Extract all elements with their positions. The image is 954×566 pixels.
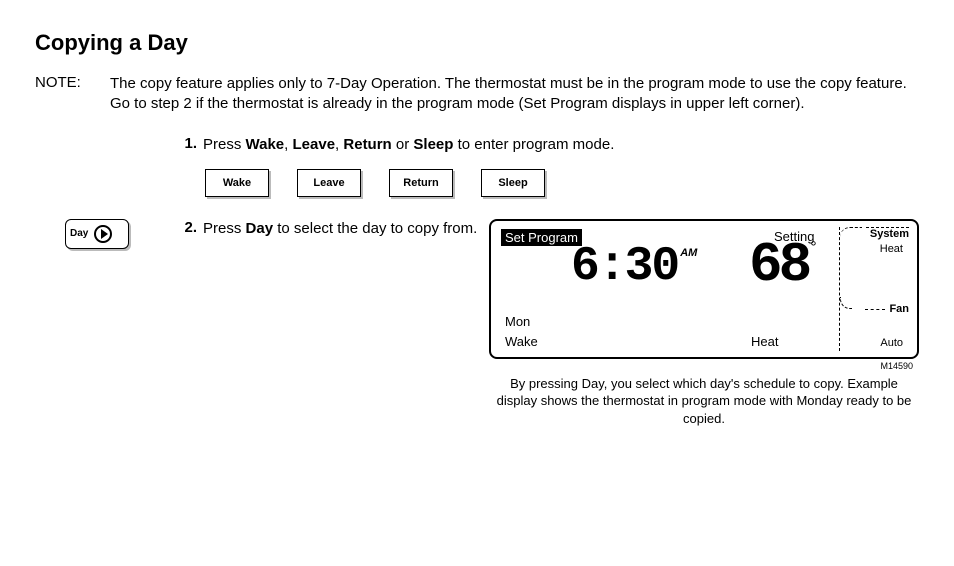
lcd-time: 6:30 AM [571,243,697,291]
figure-caption: By pressing Day, you select which day's … [489,375,919,428]
lcd-fan-label: Fan [889,303,909,315]
lcd-system-label: System [866,227,909,240]
note-block: NOTE: The copy feature applies only to 7… [35,74,919,115]
day-button-label: Day [70,228,88,239]
lcd-temp: 68 ° [749,237,817,293]
step-2-text: Press Day to select the day to copy from… [203,219,489,239]
sleep-button[interactable]: Sleep [481,169,545,197]
lcd-fan-mode: Auto [880,337,903,349]
thermostat-display: Set Program Setting 6:30 AM 68 ° Mon Wak… [489,219,919,359]
lcd-mode-bottom: Heat [751,334,778,349]
lcd-temp-value: 68 [749,237,808,293]
note-label: NOTE: [35,74,110,115]
mode-button-group: Wake Leave Return Sleep [205,169,919,197]
lcd-system-mode: Heat [880,243,903,255]
lcd-right-panel: System Heat Fan Auto [839,227,909,351]
degree-icon: ° [810,239,816,257]
step-number: 1. [175,135,203,152]
day-button[interactable]: Day [65,219,129,249]
play-icon [94,225,112,243]
lcd-ampm: AM [680,247,697,259]
lcd-set-program: Set Program [501,229,582,246]
lcd-day: Mon [505,314,530,329]
figure-id: M14590 [880,361,913,371]
step-1-text: Press Wake, Leave, Return or Sleep to en… [203,135,919,155]
leave-button[interactable]: Leave [297,169,361,197]
lcd-period: Wake [505,334,538,349]
lcd-time-value: 6:30 [571,243,678,291]
step-1: 1. Press Wake, Leave, Return or Sleep to… [35,135,919,155]
page-title: Copying a Day [35,30,919,56]
step-number: 2. [175,219,203,236]
wake-button[interactable]: Wake [205,169,269,197]
step-2-row: Day 2. Press Day to select the day to co… [35,219,919,428]
return-button[interactable]: Return [389,169,453,197]
note-text: The copy feature applies only to 7-Day O… [110,74,919,115]
